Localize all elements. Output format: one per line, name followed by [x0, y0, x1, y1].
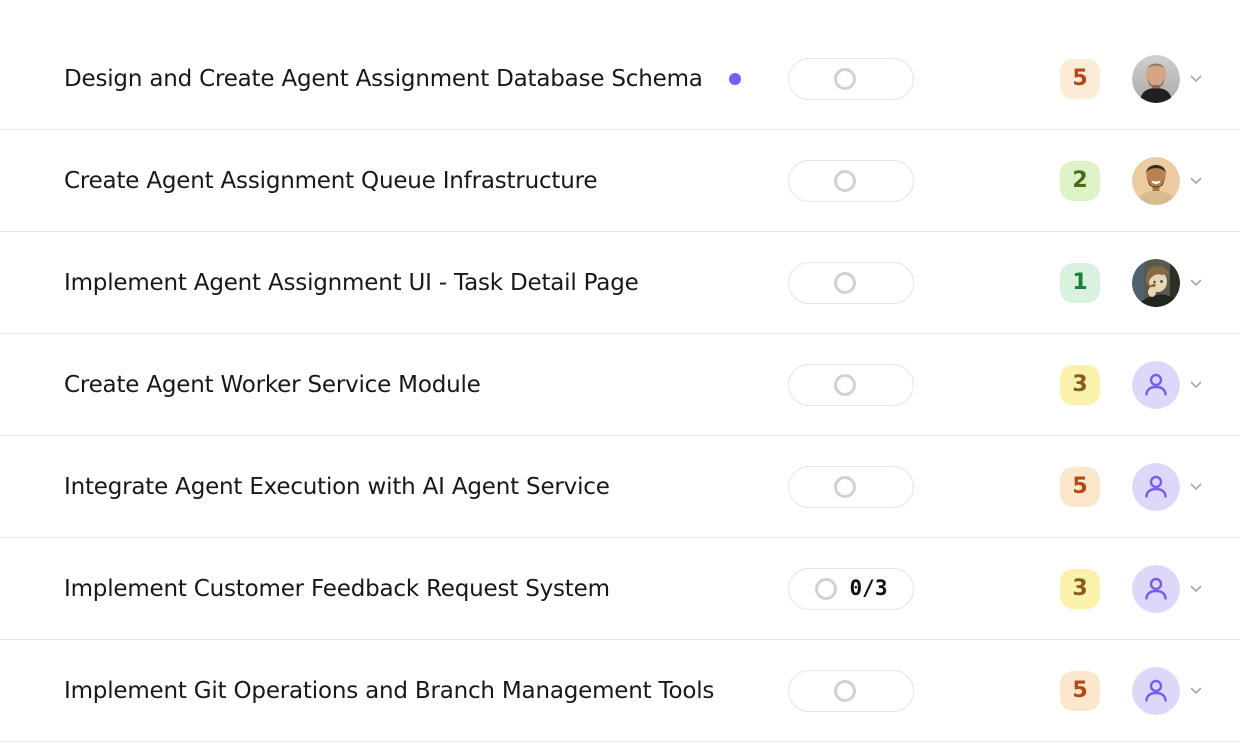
user-placeholder-icon[interactable]	[1132, 667, 1180, 715]
task-title: Implement Git Operations and Branch Mana…	[64, 678, 714, 704]
task-row[interactable]: Implement Customer Feedback Request Syst…	[0, 538, 1240, 640]
subtask-progress-pill[interactable]	[788, 262, 914, 304]
chevron-down-icon[interactable]	[1190, 177, 1202, 185]
subtask-progress-pill[interactable]	[788, 466, 914, 508]
chevron-down-icon[interactable]	[1190, 279, 1202, 287]
subtask-progress-pill[interactable]	[788, 670, 914, 712]
subtask-progress-pill[interactable]	[788, 364, 914, 406]
estimate-badge[interactable]: 3	[1060, 569, 1100, 609]
progress-ring-icon	[834, 170, 856, 192]
progress-ring-icon	[834, 272, 856, 294]
task-list: Design and Create Agent Assignment Datab…	[0, 0, 1246, 742]
task-title: Integrate Agent Execution with AI Agent …	[64, 474, 610, 500]
task-title: Create Agent Worker Service Module	[64, 372, 481, 398]
subtask-progress-pill[interactable]: 0/3	[788, 568, 914, 610]
user-placeholder-icon[interactable]	[1132, 565, 1180, 613]
status-dot	[729, 73, 741, 85]
task-row[interactable]: Create Agent Assignment Queue Infrastruc…	[0, 130, 1240, 232]
avatar-anime-character[interactable]	[1132, 259, 1180, 307]
task-row[interactable]: Implement Git Operations and Branch Mana…	[0, 640, 1240, 742]
task-title: Create Agent Assignment Queue Infrastruc…	[64, 168, 597, 194]
estimate-badge[interactable]: 5	[1060, 467, 1100, 507]
row-right-cluster: 0/3 3	[788, 565, 1202, 613]
estimate-badge[interactable]: 5	[1060, 671, 1100, 711]
subtask-progress-pill[interactable]	[788, 58, 914, 100]
chevron-down-icon[interactable]	[1190, 75, 1202, 83]
progress-ring-icon	[834, 374, 856, 396]
task-row[interactable]: Implement Agent Assignment UI - Task Det…	[0, 232, 1240, 334]
subtask-progress-label: 0/3	[850, 578, 888, 600]
estimate-badge[interactable]: 3	[1060, 365, 1100, 405]
progress-ring-icon	[834, 680, 856, 702]
row-right-cluster: 1	[788, 259, 1202, 307]
progress-ring-icon	[834, 476, 856, 498]
user-placeholder-icon[interactable]	[1132, 463, 1180, 511]
row-right-cluster: 5	[788, 55, 1202, 103]
estimate-badge[interactable]: 1	[1060, 263, 1100, 303]
task-row[interactable]: Create Agent Worker Service Module 3	[0, 334, 1240, 436]
task-title: Implement Customer Feedback Request Syst…	[64, 576, 610, 602]
avatar-photo-man-gray[interactable]	[1132, 55, 1180, 103]
user-placeholder-icon[interactable]	[1132, 361, 1180, 409]
progress-ring-icon	[815, 578, 837, 600]
subtask-progress-pill[interactable]	[788, 160, 914, 202]
row-right-cluster: 2	[788, 157, 1202, 205]
row-right-cluster: 5	[788, 667, 1202, 715]
estimate-badge[interactable]: 5	[1060, 59, 1100, 99]
chevron-down-icon[interactable]	[1190, 483, 1202, 491]
row-right-cluster: 3	[788, 361, 1202, 409]
task-title: Implement Agent Assignment UI - Task Det…	[64, 270, 639, 296]
avatar-illustrated-man-tan[interactable]	[1132, 157, 1180, 205]
chevron-down-icon[interactable]	[1190, 381, 1202, 389]
row-right-cluster: 5	[788, 463, 1202, 511]
chevron-down-icon[interactable]	[1190, 687, 1202, 695]
estimate-badge[interactable]: 2	[1060, 161, 1100, 201]
chevron-down-icon[interactable]	[1190, 585, 1202, 593]
progress-ring-icon	[834, 68, 856, 90]
task-row[interactable]: Integrate Agent Execution with AI Agent …	[0, 436, 1240, 538]
task-title: Design and Create Agent Assignment Datab…	[64, 66, 703, 92]
task-row[interactable]: Design and Create Agent Assignment Datab…	[0, 28, 1240, 130]
